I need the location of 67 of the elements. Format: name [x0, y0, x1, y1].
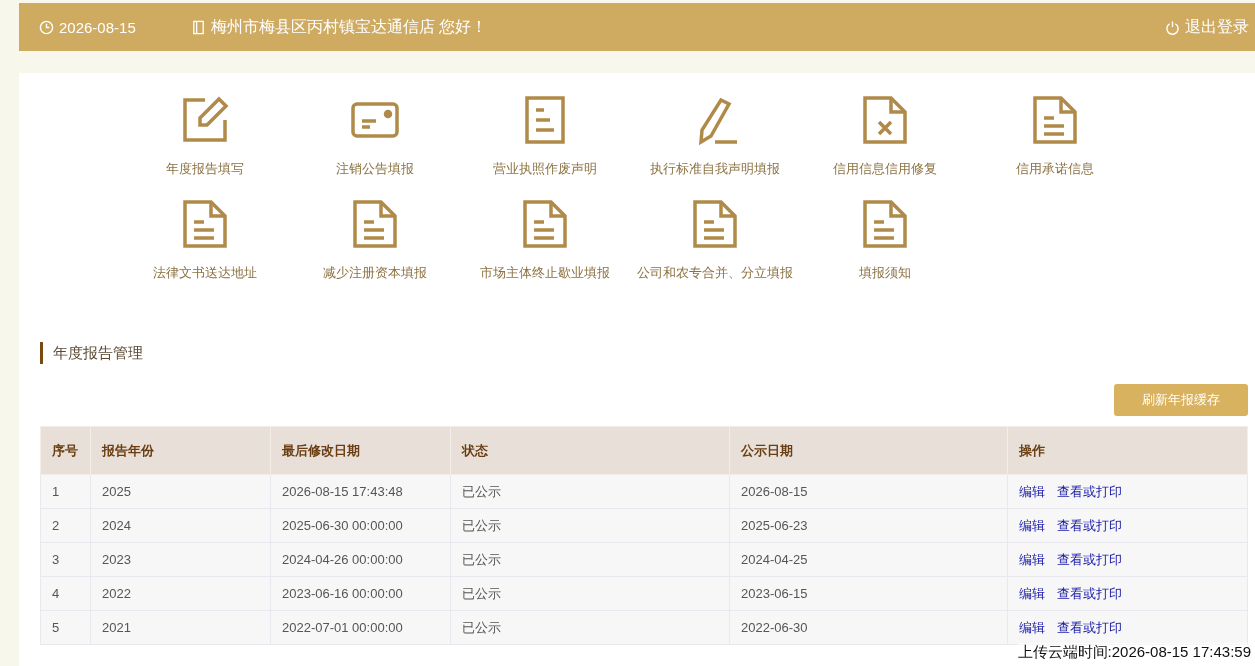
table-cell: 2026-08-15 17:43:48: [270, 474, 451, 509]
action-link[interactable]: 编辑: [1019, 517, 1045, 533]
action-link[interactable]: 查看或打印: [1057, 619, 1122, 635]
action-link[interactable]: 编辑: [1019, 619, 1045, 635]
table-cell: 已公示: [450, 542, 730, 577]
column-header: 最后修改日期: [270, 426, 451, 475]
section-title: 年度报告管理: [40, 342, 1248, 364]
table-cell: 已公示: [450, 474, 730, 509]
table-cell: 2024: [90, 508, 271, 543]
edit-icon[interactable]: [181, 95, 229, 145]
column-header: 公示日期: [729, 426, 1008, 475]
shortcut-label[interactable]: 信用承诺信息: [1016, 160, 1094, 178]
shortcut-label[interactable]: 执行标准自我声明填报: [650, 160, 780, 178]
table-cell: 已公示: [450, 508, 730, 543]
shortcut-label[interactable]: 注销公告填报: [336, 160, 414, 178]
shortcut-label[interactable]: 公司和农专合并、分立填报: [637, 264, 793, 282]
table-cell: 2023: [90, 542, 271, 577]
table-cell: 2021: [90, 610, 271, 645]
book-icon: [190, 19, 206, 35]
document-icon[interactable]: [861, 199, 909, 249]
power-icon: [1165, 19, 1180, 35]
shortcut-label[interactable]: 法律文书送达地址: [153, 264, 257, 282]
table-cell: 2023-06-16 00:00:00: [270, 576, 451, 611]
table-cell: 3: [40, 542, 91, 577]
action-link[interactable]: 查看或打印: [1057, 483, 1122, 499]
action-link[interactable]: 查看或打印: [1057, 585, 1122, 601]
shortcut-label[interactable]: 信用信息信用修复: [833, 160, 937, 178]
column-header: 报告年份: [90, 426, 271, 475]
table-cell: 2025-06-30 00:00:00: [270, 508, 451, 543]
shortcut-label[interactable]: 减少注册资本填报: [323, 264, 427, 282]
table-cell: 1: [40, 474, 91, 509]
shortcut-label[interactable]: 市场主体终止歇业填报: [480, 264, 610, 282]
table-cell: 2024-04-25: [729, 542, 1008, 577]
greeting-text: 梅州市梅县区丙村镇宝达通信店 您好！: [210, 16, 488, 37]
table-cell: 2025-06-23: [729, 508, 1008, 543]
action-link[interactable]: 查看或打印: [1057, 517, 1122, 533]
table-cell: 已公示: [450, 610, 730, 645]
table-cell: 2022: [90, 576, 271, 611]
action-link[interactable]: 查看或打印: [1057, 551, 1122, 567]
header-date: 2026-08-15: [59, 18, 136, 36]
clock-icon: [39, 19, 54, 35]
column-header: 操作: [1007, 426, 1248, 475]
upload-time: 上传云端时间:2026-08-15 17:43:59: [1017, 643, 1251, 662]
action-link[interactable]: 编辑: [1019, 551, 1045, 567]
table-cell: 4: [40, 576, 91, 611]
document-icon[interactable]: [1031, 95, 1079, 145]
table-cell: 2026-08-15: [729, 474, 1008, 509]
document-icon[interactable]: [181, 199, 229, 249]
table-cell: 已公示: [450, 576, 730, 611]
document-icon[interactable]: [691, 199, 739, 249]
table-cell: 2: [40, 508, 91, 543]
action-link[interactable]: 编辑: [1019, 483, 1045, 499]
table-cell: 2023-06-15: [729, 576, 1008, 611]
column-header: 序号: [40, 426, 91, 475]
document-icon[interactable]: [521, 199, 569, 249]
table-cell: 2025: [90, 474, 271, 509]
table-cell: 5: [40, 610, 91, 645]
table-cell: 2022-07-01 00:00:00: [270, 610, 451, 645]
table-cell: 2022-06-30: [729, 610, 1008, 645]
document-icon[interactable]: [351, 199, 399, 249]
shortcut-label[interactable]: 年度报告填写: [166, 160, 244, 178]
action-link[interactable]: 编辑: [1019, 585, 1045, 601]
table-cell: 2024-04-26 00:00:00: [270, 542, 451, 577]
shortcut-label[interactable]: 营业执照作废声明: [493, 160, 597, 178]
column-header: 状态: [450, 426, 730, 475]
document-icon[interactable]: [861, 95, 909, 145]
shortcut-label[interactable]: 填报须知: [859, 264, 911, 282]
